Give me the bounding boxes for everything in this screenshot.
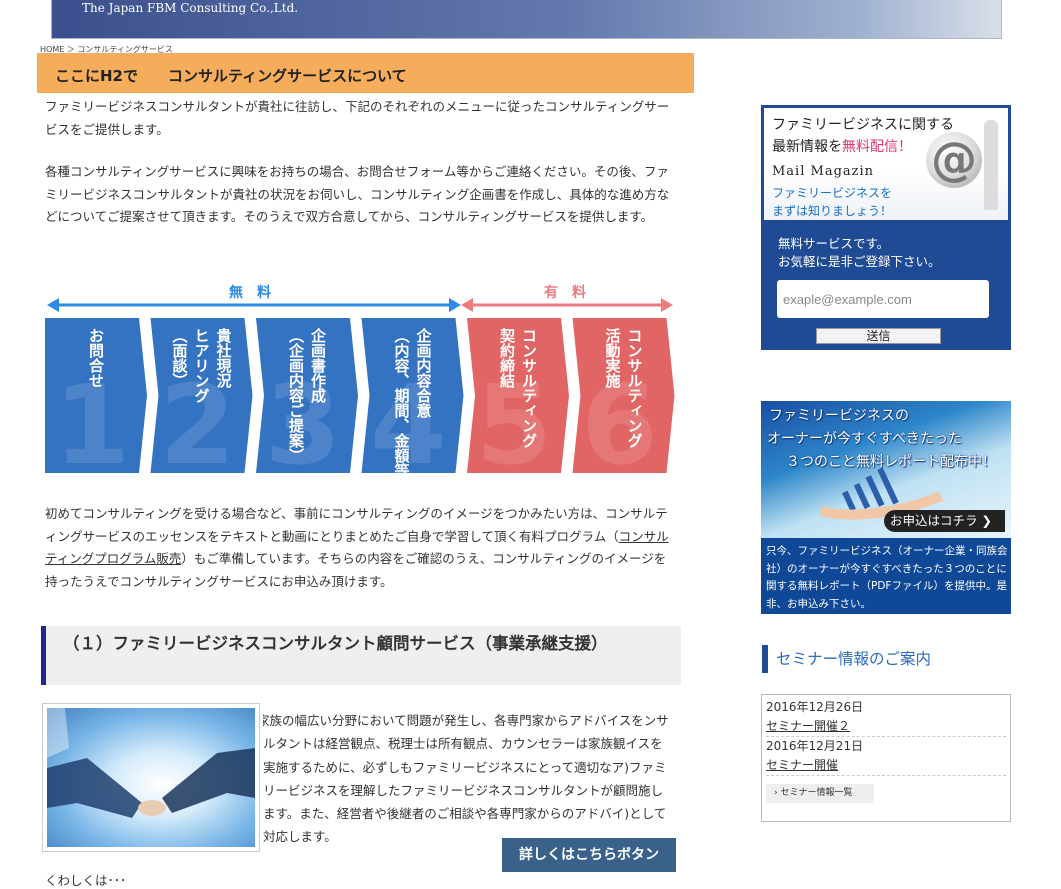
seminar-heading: セミナー情報のご案内 (762, 645, 1011, 673)
flow-step-text: （内容、期間、金額等） (393, 328, 411, 475)
consulting-flow-diagram: 無 料有 料1お問合せ2貴社現況ヒアリング（面談）3企画書作成（企画内容ご提案）… (45, 284, 675, 475)
seminar-list: 2016年12月26日 セミナー開催２ 2016年12月21日 セミナー開催 ›… (761, 694, 1011, 822)
mail-magazine-line2: 最新情報を無料配信！ (772, 136, 912, 156)
mail-magazine-line1: ファミリービジネスに関する (772, 117, 954, 133)
report-description: 只今、ファミリービジネス（オーナー企業・同族会社）のオーナーが今すぐすべきたった… (766, 545, 1008, 610)
program-paragraph: 初めてコンサルティングを受ける場合など、事前にコンサルティングのイメージをつかみ… (45, 503, 670, 593)
businessman-icon (984, 120, 998, 210)
flow-step-text: 企画書作成 (309, 327, 327, 404)
breadcrumb-separator: ＞ (64, 45, 78, 53)
mail-magazine-free-text1: 無料サービスです。 (778, 236, 890, 251)
report-title-line3: ３つのこと無料レポート配布中！ (786, 454, 996, 470)
mail-magazine-line2-a: 最新情報を (772, 139, 842, 155)
mail-magazine-sub2: まずは知りましょう！ (772, 204, 893, 218)
program-text-before: 初めてコンサルティングを受ける場合など、事前にコンサルティングのイメージをつかみ… (45, 506, 668, 544)
page-title: ここにH2で コンサルティングサービスについて (55, 67, 407, 85)
flow-step-text: 活動実施 (604, 327, 622, 389)
paid-arrow-left-head (461, 298, 473, 312)
mail-magazine-banner: ファミリービジネスに関する 最新情報を無料配信！ Mail Magazin ファ… (764, 108, 1008, 220)
mail-magazine-sub1: ファミリービジネスを (772, 186, 893, 200)
flow-step-text: 貴社現況 (215, 327, 233, 389)
flow-step-text: ヒアリング (193, 328, 211, 403)
section-heading-advisory: （１）ファミリービジネスコンサルタント顧問サービス（事業承継支援） (41, 626, 681, 685)
intro-paragraph-2: 各種コンサルティングサービスに興味をお持ちの場合、お問合せフォーム等からご連絡く… (45, 164, 670, 224)
flow-step-text: （面談） (171, 328, 189, 388)
handshake-photo (42, 703, 260, 852)
page-title-bar: ここにH2で コンサルティングサービスについて (37, 53, 694, 93)
details-button[interactable]: 詳しくはこちらボタン (502, 838, 676, 872)
breadcrumb-current: コンサルティングサービス (77, 45, 173, 53)
section-heading-text: （１）ファミリービジネスコンサルタント顧問サービス（事業承継支援） (63, 634, 608, 653)
mail-magazine-widget: ファミリービジネスに関する 最新情報を無料配信！ Mail Magazin ファ… (761, 105, 1011, 350)
email-input[interactable] (777, 280, 989, 318)
flow-step-text: コンサルティング (520, 328, 538, 448)
paid-arrow-right-head (661, 298, 673, 312)
breadcrumb: HOME ＞ コンサルティングサービス (40, 44, 173, 53)
company-name: The Japan FBM Consulting Co.,Ltd. (82, 1, 299, 15)
flow-step-text: 企画内容合意 (415, 327, 433, 419)
read-more-text: くわしくは･･･ (45, 873, 127, 888)
seminar-link[interactable]: セミナー開催 (766, 756, 1006, 776)
at-sign-icon: @ (926, 132, 982, 188)
report-title-line2: オーナーが今すぐすべきたった (767, 431, 963, 447)
report-title-line1: ファミリービジネスの (769, 408, 909, 424)
mail-magazine-free-highlight: 無料配信！ (842, 139, 912, 155)
free-label: 無 料 (229, 284, 271, 301)
flow-step-text: 契約締結 (498, 327, 516, 389)
seminar-date: 2016年12月21日 (766, 739, 864, 753)
flow-step-text: コンサルティング (626, 328, 644, 448)
site-banner: The Japan FBM Consulting Co.,Ltd. (51, 0, 1002, 39)
apply-button[interactable]: お申込はコチラ ❯ (884, 510, 1005, 532)
free-report-banner: ファミリービジネスの オーナーが今すぐすべきたった ３つのこと無料レポート配布中… (761, 401, 1011, 538)
section-body-text: 家族の幅広い分野において問題が発生し、各専門家からアドバイスをンサルタントは経営… (263, 713, 669, 843)
free-arrow-left-head (47, 298, 59, 312)
seminar-date: 2016年12月26日 (766, 700, 864, 714)
handshake-image (47, 708, 255, 847)
seminar-link[interactable]: セミナー開催２ (766, 717, 1006, 737)
mail-magazine-english: Mail Magazin (772, 164, 875, 179)
breadcrumb-home[interactable]: HOME (40, 45, 64, 53)
mail-magazine-free-text2: お気軽に是非ご登録下さい。 (778, 254, 941, 269)
handshake-illustration (47, 708, 255, 818)
flow-step-text: （企画内容ご提案） (287, 328, 305, 463)
free-report-widget[interactable]: ファミリービジネスの オーナーが今すぐすべきたった ３つのこと無料レポート配布中… (761, 401, 1011, 614)
free-arrow-right-head (449, 298, 461, 312)
intro-paragraph-1: ファミリービジネスコンサルタントが貴社に往訪し、下記のそれぞれのメニューに従った… (45, 99, 670, 137)
paid-label: 有 料 (544, 284, 586, 301)
seminar-list-link[interactable]: › セミナー情報一覧 (766, 784, 874, 803)
flow-step-text: お問合せ (87, 328, 105, 388)
submit-button[interactable]: 送信 (816, 328, 941, 344)
